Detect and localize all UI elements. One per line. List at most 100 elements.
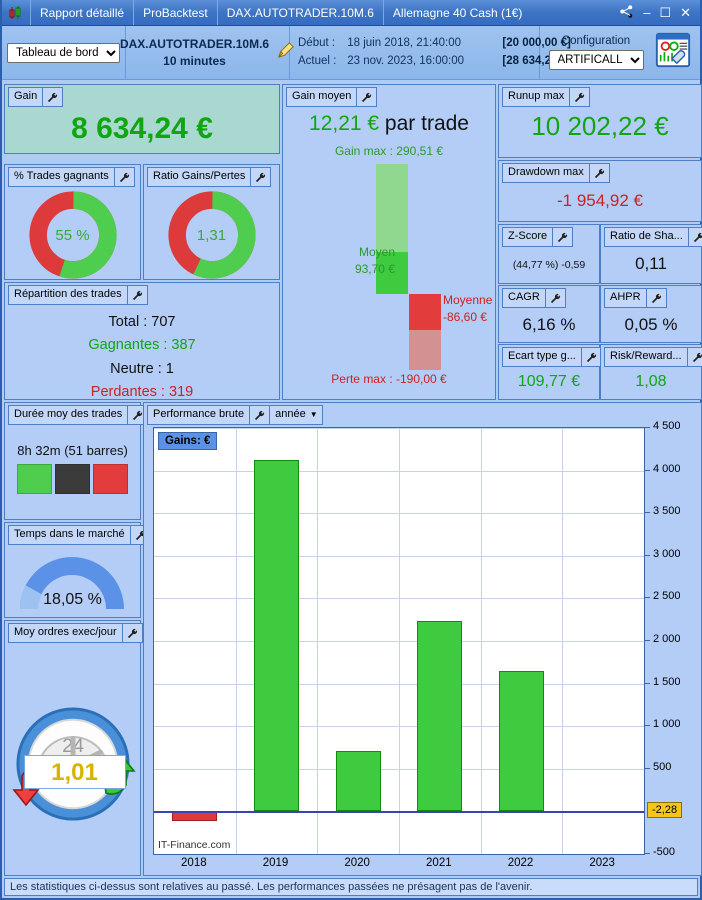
wrench-icon[interactable] [544,289,565,307]
sharpe-value: 0,11 [635,254,667,273]
panel-gain-moyen-title[interactable]: Gain moyen [286,87,378,107]
row-value: 707 [151,314,176,330]
symbol-name: DAX.AUTOTRADER.10M.6 [119,37,270,52]
tab-symbol[interactable]: DAX.AUTOTRADER.10M.6 [216,0,383,25]
panel-zscore-title[interactable]: Z-Score [502,227,574,247]
share-icon[interactable] [619,4,634,22]
panel-gain: Gain 8 634,24 € [4,84,280,154]
tab-rapport-detaille[interactable]: Rapport détaillé [30,0,133,25]
panel-title-text: Runup max [508,90,565,102]
current-date: 23 nov. 2023, 16:00:00 [347,54,465,67]
duree-bar-win [17,464,52,494]
chart-y-tick-mark [645,725,650,727]
panel-title-text: CAGR [508,291,540,303]
gain-moyen-suffix: par trade [379,112,469,135]
panel-title-text: Répartition des trades [14,288,122,300]
wrench-icon[interactable] [645,289,666,307]
chart-watermark: IT-Finance.com [158,839,231,851]
panel-ecart-title[interactable]: Ecart type g... [502,347,602,367]
wrench-icon[interactable] [569,88,589,106]
panel-runup-max: Runup max 10 202,22 € [498,84,702,158]
wrench-icon[interactable] [580,348,601,366]
wrench-icon[interactable] [552,228,572,246]
win-pct-donut: 55 % [27,189,119,281]
wrench-icon[interactable] [113,168,134,186]
duree-value: 8h 32m (51 barres) [17,443,128,458]
wrench-icon[interactable] [687,228,702,246]
config-label: Configuration [561,35,631,47]
config-select[interactable]: ARTIFICALL [548,50,644,70]
period-select[interactable]: année ▼ [269,406,322,424]
maximize-button[interactable]: ☐ [659,6,671,19]
wrench-icon[interactable] [249,406,269,424]
duree-bar-loss [93,464,128,494]
panel-drawdown-title[interactable]: Drawdown max [502,163,610,183]
chart-y-tick-mark [645,640,650,641]
chevron-down-icon: ▼ [309,409,318,419]
panel-runup-title[interactable]: Runup max [502,87,591,107]
panel-temps-title[interactable]: Temps dans le marché [8,525,151,545]
temps-marche-gauge: 18,05 % [10,549,135,611]
panel-performance-brute: Performance brute année ▼ Gains: € IT-Fin… [143,402,702,876]
panel-moy-ordres-title[interactable]: Moy ordres exec/jour [8,623,143,643]
moy-ordres-value-box: 1,01 [23,755,126,789]
panel-risk-reward: Risk/Reward... 1,08 [600,344,702,400]
wrench-icon[interactable] [42,88,62,106]
view-select[interactable]: Tableau de bord [7,42,120,63]
panel-ratio-title[interactable]: Ratio Gains/Pertes [147,167,272,187]
chart-zero-value-badge: -2,28 [647,802,683,819]
wrench-icon[interactable] [126,286,147,304]
period-select-label: année [275,408,306,420]
chart-plot-area[interactable]: Gains: € IT-Finance.com [153,427,645,855]
panel-cagr-title[interactable]: CAGR [502,288,566,308]
gain-value: 8 634,24 € [71,112,213,145]
panel-risk-reward-title[interactable]: Risk/Reward... [604,347,702,367]
duree-bar-neutral [55,464,90,494]
chart-bar[interactable] [335,750,381,812]
view-select-cell: Tableau de bord [2,26,126,79]
chart-y-tick-label: 2 500 [653,590,681,603]
chart-y-tick-mark [645,767,650,769]
chart-bar[interactable] [499,670,544,812]
panel-repartition-title[interactable]: Répartition des trades [8,285,148,305]
wrench-icon[interactable] [588,164,609,182]
bar-perte-max [409,330,441,370]
wrench-icon[interactable] [356,88,376,106]
panel-performance-title[interactable]: Performance brute année ▼ [147,405,323,425]
chart-bar[interactable] [417,621,463,812]
chart-bar[interactable] [254,459,299,812]
perte-max-label: Perte max : -190,00 € [331,372,447,386]
chart-legend-badge[interactable]: Gains: € [158,432,218,450]
panel-temps-marche: Temps dans le marché 18,05 % [4,522,151,618]
minimize-button[interactable]: – [643,6,650,19]
risk-reward-value: 1,08 [635,373,667,390]
ratio-value: 1,31 [196,226,227,244]
start-date: 18 juin 2018, 21:40:00 [347,37,462,50]
panel-moy-ordres: Moy ordres exec/jour 24 [4,620,143,876]
panel-title-text: Performance brute [153,408,245,420]
close-button[interactable]: ✕ [680,6,691,19]
panel-ahpr-title[interactable]: AHPR [604,288,667,308]
tab-instrument[interactable]: Allemagne 40 Cash (1€) [382,0,531,25]
panel-win-pct-title[interactable]: % Trades gagnants [8,167,135,187]
tab-probacktest[interactable]: ProBacktest [133,0,217,25]
panel-duree-title[interactable]: Durée moy des trades [8,405,149,425]
panel-zscore: Z-Score (44,77 %) -0,59 [498,224,600,284]
chart-y-tick-mark [645,554,650,556]
chart-y-tick-mark [645,682,650,684]
panel-sharpe-title[interactable]: Ratio de Sha... [604,227,702,247]
panel-title-text: AHPR [610,291,641,303]
start-row: Début : 18 juin 2018, 21:40:00 [20 000,0… [298,35,571,52]
chart-x-tick-label: 2019 [262,857,289,869]
chart-settings-icon[interactable] [654,31,692,74]
panel-repartition: Répartition des trades Total : 707 Gagna… [4,282,280,400]
wrench-icon[interactable] [686,348,702,366]
title-bar: Rapport détaillé ProBacktest DAX.AUTOTRA… [2,0,700,26]
panel-gain-title[interactable]: Gain [8,87,64,107]
wrench-icon[interactable] [250,168,270,186]
dates-block: Début : 18 juin 2018, 21:40:00 [20 000,0… [298,35,571,70]
tab-label: Allemagne 40 Cash (1€) [392,5,523,20]
chart-vertical-gridline [399,428,400,854]
chart-x-tick-label: 2023 [589,857,615,869]
wrench-icon[interactable] [121,624,142,642]
